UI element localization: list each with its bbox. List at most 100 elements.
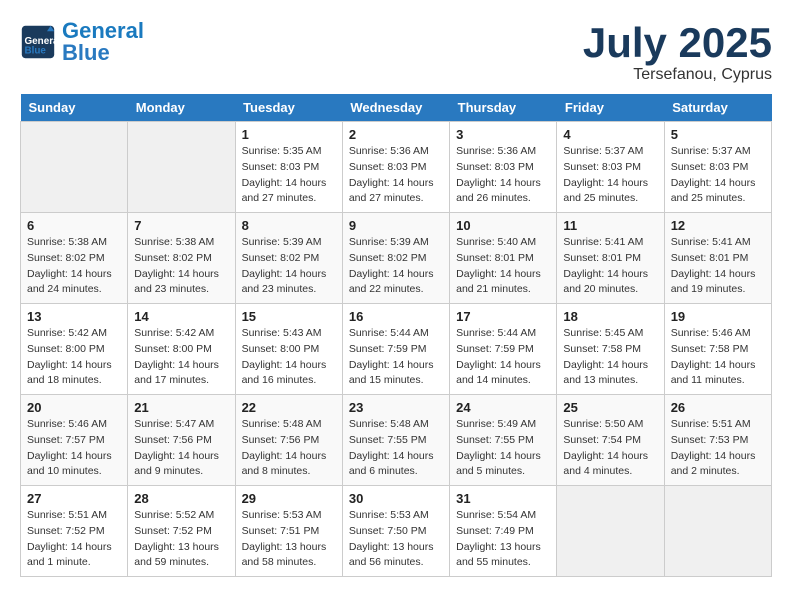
logo-text: General Blue [62,20,144,64]
calendar-cell: 5 Sunrise: 5:37 AMSunset: 8:03 PMDaylight… [664,122,771,213]
calendar-cell: 10Sunrise: 5:40 AMSunset: 8:01 PMDayligh… [450,213,557,304]
day-detail: Sunrise: 5:54 AMSunset: 7:49 PMDaylight:… [456,508,550,571]
calendar-cell: 22 Sunrise: 5:48 AMSunset: 7:56 PMDayligh… [235,395,342,486]
calendar-cell: 6 Sunrise: 5:38 AMSunset: 8:02 PMDaylight… [21,213,128,304]
day-number: 31 [456,491,550,506]
day-detail: Sunrise: 5:37 AMSunset: 8:03 PMDaylight:… [671,144,765,207]
day-number: 14 [134,309,228,324]
day-detail: Sunrise: 5:40 AMSunset: 8:01 PMDaylight:… [456,235,550,298]
day-detail: Sunrise: 5:50 AMSunset: 7:54 PMDaylight:… [563,417,657,480]
day-number: 1 [242,127,336,142]
calendar-cell: 24 Sunrise: 5:49 AMSunset: 7:55 PMDayligh… [450,395,557,486]
day-detail: Sunrise: 5:38 AMSunset: 8:02 PMDaylight:… [27,235,121,298]
day-number: 27 [27,491,121,506]
calendar-cell: 27 Sunrise: 5:51 AMSunset: 7:52 PMDayligh… [21,486,128,577]
day-detail: Sunrise: 5:44 AMSunset: 7:59 PMDaylight:… [456,326,550,389]
day-detail: Sunrise: 5:46 AMSunset: 7:58 PMDaylight:… [671,326,765,389]
day-number: 12 [671,218,765,233]
calendar-table: SundayMondayTuesdayWednesdayThursdayFrid… [20,94,772,577]
day-detail: Sunrise: 5:51 AMSunset: 7:52 PMDaylight:… [27,508,121,571]
day-number: 5 [671,127,765,142]
calendar-cell: 14Sunrise: 5:42 AMSunset: 8:00 PMDayligh… [128,304,235,395]
calendar-cell: 15 Sunrise: 5:43 AMSunset: 8:00 PMDayligh… [235,304,342,395]
day-number: 4 [563,127,657,142]
calendar-cell: 9 Sunrise: 5:39 AMSunset: 8:02 PMDaylight… [342,213,449,304]
day-number: 21 [134,400,228,415]
calendar-cell: 13Sunrise: 5:42 AMSunset: 8:00 PMDayligh… [21,304,128,395]
day-number: 9 [349,218,443,233]
page-header: General Blue General Blue July 2025 Ters… [20,20,772,84]
day-number: 7 [134,218,228,233]
calendar-cell: 1 Sunrise: 5:35 AMSunset: 8:03 PMDaylight… [235,122,342,213]
day-detail: Sunrise: 5:45 AMSunset: 7:58 PMDaylight:… [563,326,657,389]
svg-text:Blue: Blue [25,46,47,57]
calendar-cell: 29 Sunrise: 5:53 AMSunset: 7:51 PMDayligh… [235,486,342,577]
day-detail: Sunrise: 5:43 AMSunset: 8:00 PMDaylight:… [242,326,336,389]
day-number: 18 [563,309,657,324]
day-detail: Sunrise: 5:53 AMSunset: 7:51 PMDaylight:… [242,508,336,571]
month-title: July 2025 [583,20,772,66]
column-header-sunday: Sunday [21,94,128,122]
logo-icon: General Blue [20,24,56,60]
calendar-cell [664,486,771,577]
calendar-cell: 8 Sunrise: 5:39 AMSunset: 8:02 PMDaylight… [235,213,342,304]
calendar-cell: 26Sunrise: 5:51 AMSunset: 7:53 PMDayligh… [664,395,771,486]
calendar-cell: 3Sunrise: 5:36 AMSunset: 8:03 PMDaylight… [450,122,557,213]
day-detail: Sunrise: 5:36 AMSunset: 8:03 PMDaylight:… [349,144,443,207]
calendar-cell: 2 Sunrise: 5:36 AMSunset: 8:03 PMDaylight… [342,122,449,213]
column-header-monday: Monday [128,94,235,122]
calendar-cell: 28Sunrise: 5:52 AMSunset: 7:52 PMDayligh… [128,486,235,577]
calendar-cell: 7 Sunrise: 5:38 AMSunset: 8:02 PMDaylight… [128,213,235,304]
title-block: July 2025 Tersefanou, Cyprus [583,20,772,84]
day-number: 20 [27,400,121,415]
column-header-tuesday: Tuesday [235,94,342,122]
day-detail: Sunrise: 5:52 AMSunset: 7:52 PMDaylight:… [134,508,228,571]
day-detail: Sunrise: 5:41 AMSunset: 8:01 PMDaylight:… [563,235,657,298]
day-number: 25 [563,400,657,415]
day-detail: Sunrise: 5:47 AMSunset: 7:56 PMDaylight:… [134,417,228,480]
day-detail: Sunrise: 5:38 AMSunset: 8:02 PMDaylight:… [134,235,228,298]
location-subtitle: Tersefanou, Cyprus [583,66,772,84]
calendar-cell: 4Sunrise: 5:37 AMSunset: 8:03 PMDaylight… [557,122,664,213]
day-detail: Sunrise: 5:41 AMSunset: 8:01 PMDaylight:… [671,235,765,298]
calendar-cell: 31 Sunrise: 5:54 AMSunset: 7:49 PMDayligh… [450,486,557,577]
day-number: 24 [456,400,550,415]
day-detail: Sunrise: 5:46 AMSunset: 7:57 PMDaylight:… [27,417,121,480]
day-number: 15 [242,309,336,324]
day-detail: Sunrise: 5:42 AMSunset: 8:00 PMDaylight:… [27,326,121,389]
column-header-thursday: Thursday [450,94,557,122]
day-detail: Sunrise: 5:35 AMSunset: 8:03 PMDaylight:… [242,144,336,207]
day-number: 3 [456,127,550,142]
day-number: 29 [242,491,336,506]
day-detail: Sunrise: 5:39 AMSunset: 8:02 PMDaylight:… [242,235,336,298]
calendar-cell: 25 Sunrise: 5:50 AMSunset: 7:54 PMDayligh… [557,395,664,486]
logo: General Blue General Blue [20,20,144,64]
day-detail: Sunrise: 5:44 AMSunset: 7:59 PMDaylight:… [349,326,443,389]
calendar-cell [557,486,664,577]
day-detail: Sunrise: 5:39 AMSunset: 8:02 PMDaylight:… [349,235,443,298]
day-number: 16 [349,309,443,324]
day-number: 8 [242,218,336,233]
calendar-cell: 18 Sunrise: 5:45 AMSunset: 7:58 PMDayligh… [557,304,664,395]
calendar-cell: 16 Sunrise: 5:44 AMSunset: 7:59 PMDayligh… [342,304,449,395]
column-header-wednesday: Wednesday [342,94,449,122]
calendar-cell [21,122,128,213]
day-number: 22 [242,400,336,415]
day-number: 26 [671,400,765,415]
week-row-5: 27 Sunrise: 5:51 AMSunset: 7:52 PMDayligh… [21,486,772,577]
day-detail: Sunrise: 5:48 AMSunset: 7:55 PMDaylight:… [349,417,443,480]
calendar-cell: 23Sunrise: 5:48 AMSunset: 7:55 PMDayligh… [342,395,449,486]
header-row: SundayMondayTuesdayWednesdayThursdayFrid… [21,94,772,122]
calendar-cell: 12 Sunrise: 5:41 AMSunset: 8:01 PMDayligh… [664,213,771,304]
day-number: 17 [456,309,550,324]
week-row-1: 1 Sunrise: 5:35 AMSunset: 8:03 PMDaylight… [21,122,772,213]
day-detail: Sunrise: 5:48 AMSunset: 7:56 PMDaylight:… [242,417,336,480]
calendar-cell: 21 Sunrise: 5:47 AMSunset: 7:56 PMDayligh… [128,395,235,486]
day-detail: Sunrise: 5:49 AMSunset: 7:55 PMDaylight:… [456,417,550,480]
day-number: 19 [671,309,765,324]
day-number: 6 [27,218,121,233]
column-header-friday: Friday [557,94,664,122]
day-number: 2 [349,127,443,142]
week-row-3: 13Sunrise: 5:42 AMSunset: 8:00 PMDayligh… [21,304,772,395]
calendar-cell: 11Sunrise: 5:41 AMSunset: 8:01 PMDayligh… [557,213,664,304]
